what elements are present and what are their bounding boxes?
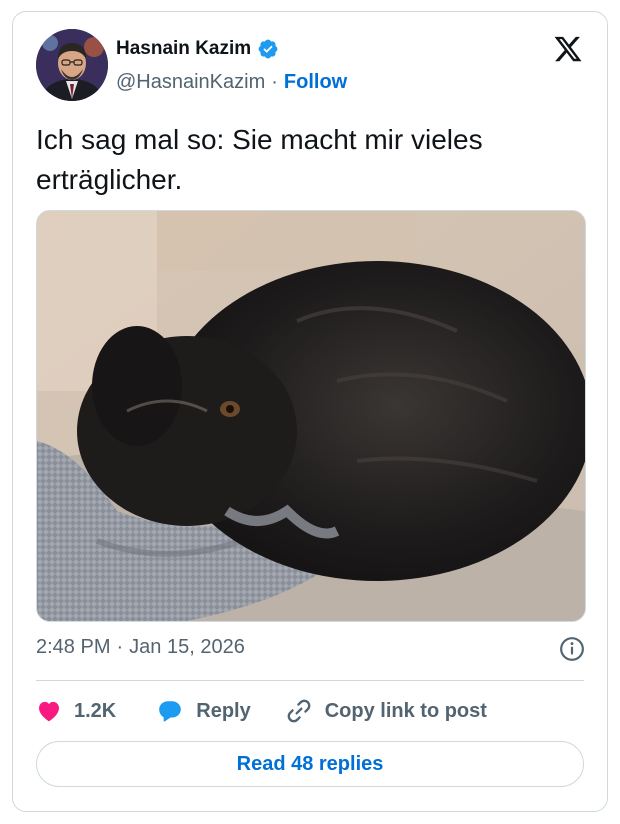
tweet-text: Ich sag mal so: Sie macht mir vieles ert… <box>36 124 483 195</box>
heart-icon <box>39 701 59 722</box>
avatar-image <box>36 29 108 101</box>
x-logo-icon[interactable] <box>553 34 583 64</box>
tweet-media[interactable] <box>36 210 586 622</box>
author-name-row[interactable]: Hasnain Kazim <box>116 38 279 60</box>
author-avatar[interactable] <box>36 29 108 101</box>
time-separator: · <box>116 636 124 658</box>
reply-button[interactable]: Reply <box>156 698 251 724</box>
tweet-timestamp[interactable]: 2:48 PM · Jan 15, 2026 <box>36 636 245 659</box>
info-icon[interactable] <box>559 636 585 662</box>
copy-link-button[interactable]: Copy link to post <box>285 697 487 725</box>
copy-link-label: Copy link to post <box>324 699 487 722</box>
reply-label: Reply <box>196 699 251 722</box>
read-replies-label: Read 48 replies <box>236 752 384 775</box>
tweet-card: Hasnain Kazim @HasnainKazim · Follow Ich… <box>12 11 608 812</box>
speech-bubble-icon <box>159 701 182 722</box>
verified-badge-icon <box>258 39 278 59</box>
divider <box>36 680 584 681</box>
link-icon <box>287 699 311 723</box>
handle-separator: · <box>271 71 278 93</box>
action-bar: 1.2K Reply Copy link to post <box>36 696 487 726</box>
dog-photo <box>37 211 585 621</box>
like-count: 1.2K <box>74 699 117 722</box>
like-button[interactable]: 1.2K <box>36 698 116 724</box>
author-handle[interactable]: @HasnainKazim <box>116 71 265 94</box>
author-handle-row: @HasnainKazim · Follow <box>116 71 347 94</box>
read-replies-button[interactable]: Read 48 replies <box>36 741 584 787</box>
follow-button[interactable]: Follow <box>284 71 347 94</box>
tweet-time[interactable]: 2:48 PM <box>36 636 110 659</box>
author-name[interactable]: Hasnain Kazim <box>116 38 251 60</box>
tweet-date[interactable]: Jan 15, 2026 <box>129 636 245 659</box>
